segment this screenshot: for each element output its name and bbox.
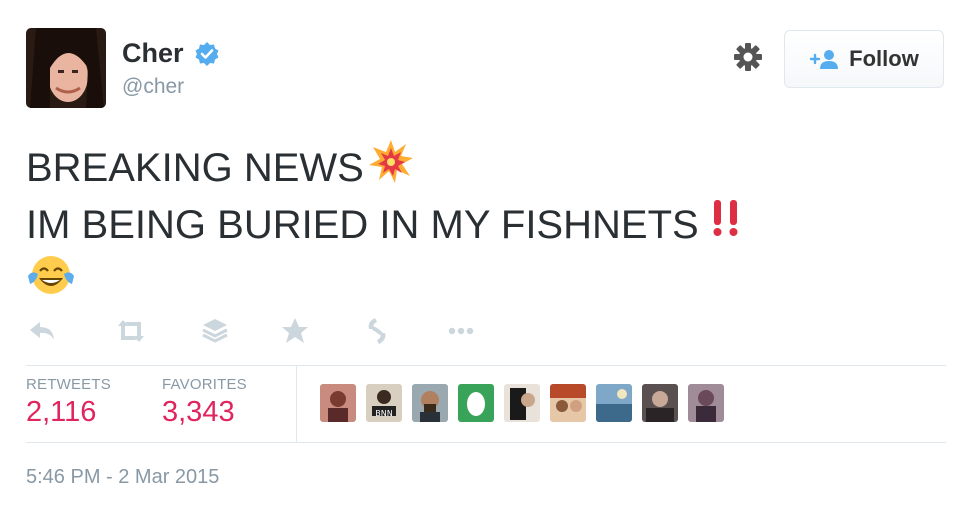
tweet-timestamp[interactable]: 5:46 PM - 2 Mar 2015 (26, 466, 219, 489)
verified-badge-icon (194, 41, 220, 67)
favoriter-avatar[interactable] (504, 384, 540, 422)
user-handle[interactable]: @cher (122, 75, 220, 99)
buffer-icon[interactable] (198, 314, 232, 348)
favorites-count: 3,343 (162, 396, 235, 428)
reply-icon[interactable] (26, 314, 60, 348)
favoriter-avatar[interactable] (688, 384, 724, 422)
favoriter-avatar[interactable] (642, 384, 678, 422)
user-info: Cher @cher (122, 38, 220, 99)
tears-of-joy-icon (26, 252, 76, 312)
gear-icon[interactable] (731, 40, 765, 74)
svg-text:BNN: BNN (375, 409, 392, 418)
retweets-stat[interactable]: RETWEETS 2,116 (26, 376, 111, 429)
favorites-stat[interactable]: FAVORITES 3,343 (162, 376, 247, 429)
favoriters-list: BNN (320, 384, 734, 422)
follow-button[interactable]: Follow (784, 30, 944, 88)
favoriter-avatar[interactable] (412, 384, 448, 422)
tweet-text: BREAKING NEWS IM BEING BURIED IN MY FISH… (26, 138, 743, 312)
favoriter-avatar[interactable] (550, 384, 586, 422)
collision-icon (368, 138, 414, 198)
favorite-icon[interactable] (278, 314, 312, 348)
favorites-label: FAVORITES (162, 376, 247, 393)
divider-top (26, 365, 946, 366)
follow-label: Follow (849, 46, 919, 71)
tweet-line-2: IM BEING BURIED IN MY FISHNETS (26, 203, 699, 247)
user-name[interactable]: Cher (122, 38, 184, 69)
divider-bottom (26, 442, 946, 443)
avatar[interactable] (26, 28, 106, 108)
favoriter-avatar[interactable]: BNN (366, 384, 402, 422)
favoriter-avatar[interactable] (320, 384, 356, 422)
retweet-icon[interactable] (114, 314, 148, 348)
favoriter-avatar[interactable] (596, 384, 632, 422)
add-user-icon (809, 48, 841, 70)
retweets-label: RETWEETS (26, 376, 111, 393)
double-exclamation-icon (709, 198, 743, 252)
more-icon[interactable] (444, 314, 478, 348)
favoriter-avatar[interactable] (458, 384, 494, 422)
retweets-count: 2,116 (26, 396, 97, 428)
stats-separator (296, 366, 297, 442)
vine-icon[interactable] (360, 314, 394, 348)
tweet-line-1: BREAKING NEWS (26, 146, 364, 190)
